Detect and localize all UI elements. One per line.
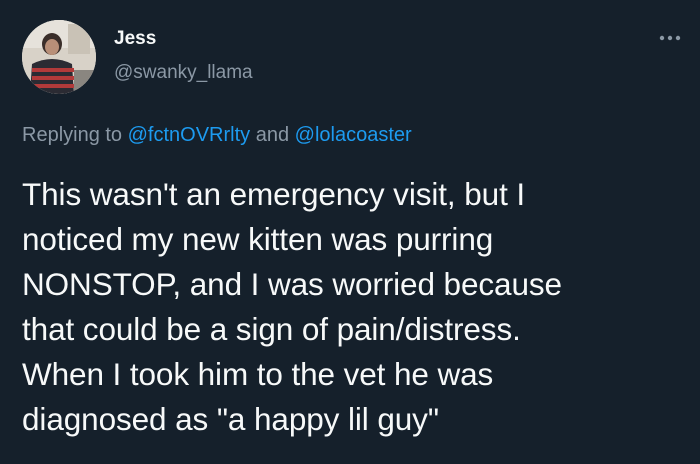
tweet-text-line: This wasn't an emergency visit, but I xyxy=(22,176,526,212)
mention-link-lolacoaster[interactable]: @lolacoaster xyxy=(295,124,412,146)
tweet-text-line: NONSTOP, and I was worried because xyxy=(22,266,562,302)
mention-link-fctnovrrlty[interactable]: @fctnOVRrlty xyxy=(128,124,251,146)
author-display-name[interactable]: Jess xyxy=(114,28,156,50)
tweet-text: This wasn't an emergency visit, but I no… xyxy=(22,172,682,442)
tweet-card: Jess @swanky_llama Replying to @fctnOVRr… xyxy=(0,0,700,464)
replying-to: Replying to @fctnOVRrlty and @lolacoaste… xyxy=(22,124,412,147)
tweet-text-line: When I took him to the vet he was xyxy=(22,356,494,392)
tweet-text-line: noticed my new kitten was purring xyxy=(22,221,494,257)
tweet-text-line: that could be a sign of pain/distress. xyxy=(22,311,521,347)
profile-photo-icon xyxy=(22,20,96,94)
more-options-button[interactable] xyxy=(656,28,684,48)
more-horizontal-icon xyxy=(659,35,681,41)
author-handle[interactable]: @swanky_llama xyxy=(114,62,253,84)
replying-to-joiner: and xyxy=(250,124,295,146)
replying-to-label: Replying to xyxy=(22,124,128,146)
tweet-text-line: diagnosed as "a happy lil guy" xyxy=(22,401,439,437)
avatar[interactable] xyxy=(22,20,96,94)
